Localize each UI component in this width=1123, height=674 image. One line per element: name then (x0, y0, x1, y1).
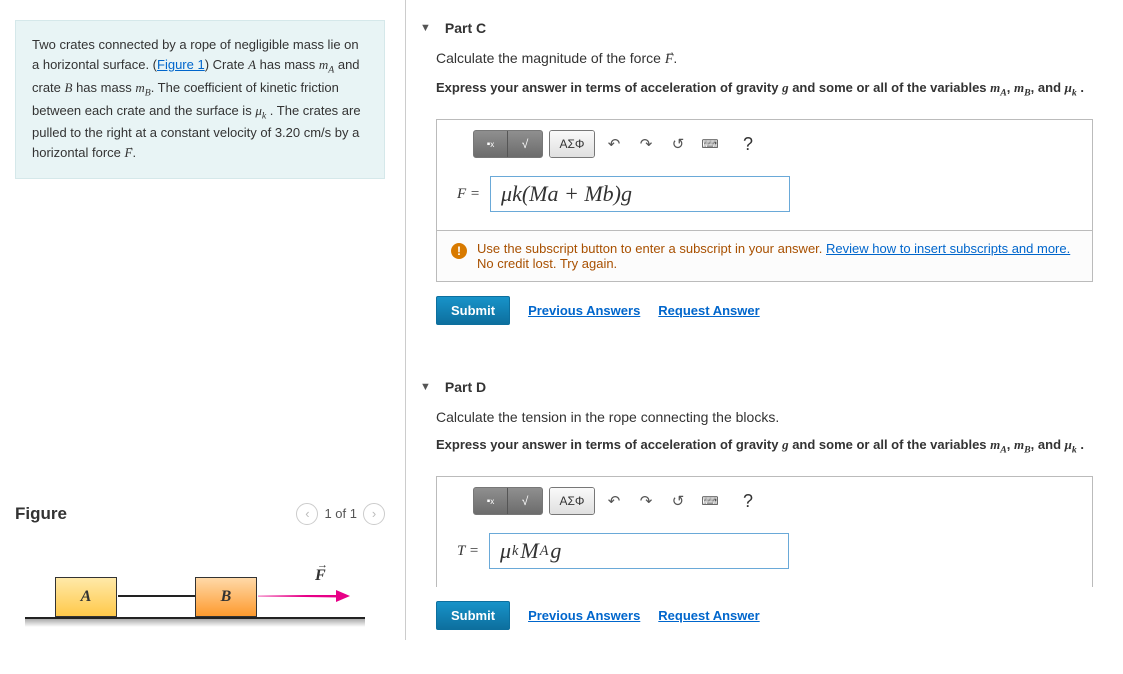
greek-tool-group: ΑΣΦ (549, 130, 595, 158)
var-ma: m (319, 57, 328, 72)
part-c-answer-panel: ▪x √ ΑΣΦ ↶ ↷ ↺ ⌨ ? F = μk(Ma + Mb)g (436, 119, 1093, 282)
var-mb: m (135, 80, 144, 95)
part-c-previous-answers-link[interactable]: Previous Answers (528, 303, 640, 318)
part-c-request-answer-link[interactable]: Request Answer (658, 303, 759, 318)
feedback-link[interactable]: Review how to insert subscripts and more… (826, 241, 1070, 256)
feedback-text-2: No credit lost. Try again. (477, 256, 617, 271)
redo-button[interactable]: ↷ (633, 131, 659, 157)
greek-button[interactable]: ΑΣΦ (550, 488, 594, 514)
velocity-value: 3.20 cm/s (275, 125, 331, 140)
help-button[interactable]: ? (735, 488, 761, 514)
part-d-submit-button[interactable]: Submit (436, 601, 510, 630)
figure-link[interactable]: Figure 1 (157, 57, 205, 72)
text: ) Crate (205, 57, 248, 72)
part-c-prompt: Calculate the magnitude of the force →F. (436, 50, 1093, 68)
part-c-hint: Express your answer in terms of accelera… (436, 78, 1093, 101)
figure-next-button[interactable]: › (363, 503, 385, 525)
warning-icon: ! (451, 243, 467, 259)
rope (118, 595, 195, 597)
text: has mass (256, 57, 319, 72)
greek-tool-group: ΑΣΦ (549, 487, 595, 515)
fraction-button[interactable]: ▪x (474, 488, 508, 514)
template-tool-group: ▪x √ (473, 487, 543, 515)
undo-button[interactable]: ↶ (601, 488, 627, 514)
crate-b: B (195, 577, 257, 617)
root-button[interactable]: √ (508, 488, 542, 514)
part-d-answer-input[interactable]: μkMAg (489, 533, 789, 569)
part-c-equals-label: F = (457, 186, 480, 203)
reset-button[interactable]: ↺ (665, 488, 691, 514)
redo-button[interactable]: ↷ (633, 488, 659, 514)
force-label: → F (315, 567, 326, 585)
greek-button[interactable]: ΑΣΦ (550, 131, 594, 157)
part-d-title: Part D (445, 379, 486, 395)
part-c-answer-input[interactable]: μk(Ma + Mb)g (490, 176, 790, 212)
part-d-hint: Express your answer in terms of accelera… (436, 435, 1093, 458)
part-c-toggle[interactable]: ▼ (420, 22, 431, 34)
part-d-equals-label: T = (457, 543, 479, 560)
var-a: A (248, 57, 256, 72)
undo-button[interactable]: ↶ (601, 131, 627, 157)
var-f: →F (125, 145, 133, 160)
help-button[interactable]: ? (735, 131, 761, 157)
part-d-answer-panel: ▪x √ ΑΣΦ ↶ ↷ ↺ ⌨ ? T = μkMAg (436, 476, 1093, 587)
part-d-request-answer-link[interactable]: Request Answer (658, 608, 759, 623)
part-c-title: Part C (445, 20, 486, 36)
keyboard-button[interactable]: ⌨ (697, 131, 723, 157)
root-button[interactable]: √ (508, 131, 542, 157)
part-c-feedback: ! Use the subscript button to enter a su… (437, 230, 1092, 281)
figure-diagram: A B → F (15, 547, 385, 637)
crate-a: A (55, 577, 117, 617)
keyboard-button[interactable]: ⌨ (697, 488, 723, 514)
fraction-button[interactable]: ▪x (474, 131, 508, 157)
part-c-submit-button[interactable]: Submit (436, 296, 510, 325)
part-d-prompt: Calculate the tension in the rope connec… (436, 409, 1093, 425)
problem-statement: Two crates connected by a rope of neglig… (15, 20, 385, 179)
figure-title: Figure (15, 504, 67, 524)
figure-page-indicator: 1 of 1 (324, 506, 357, 521)
reset-button[interactable]: ↺ (665, 131, 691, 157)
template-tool-group: ▪x √ (473, 130, 543, 158)
figure-prev-button[interactable]: ‹ (296, 503, 318, 525)
feedback-text: Use the subscript button to enter a subs… (477, 241, 826, 256)
part-d-previous-answers-link[interactable]: Previous Answers (528, 608, 640, 623)
part-d-toggle[interactable]: ▼ (420, 381, 431, 393)
text: has mass (72, 80, 135, 95)
force-arrow (258, 596, 348, 597)
